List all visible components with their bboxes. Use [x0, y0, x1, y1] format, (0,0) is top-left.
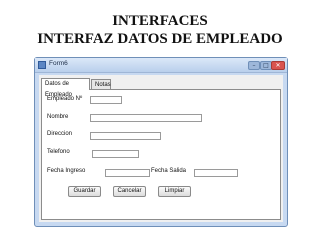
label-fecha-salida: Fecha Salida: [151, 168, 187, 174]
direccion-field[interactable]: [90, 132, 161, 140]
label-fecha-ingreso: Fecha Ingreso: [47, 168, 86, 174]
guardar-button[interactable]: Guardar: [68, 186, 101, 197]
form-window: Form6 – □ ✕ Datos de Empleado Notas Empl…: [34, 57, 288, 227]
label-telefono: Telefono: [47, 149, 70, 155]
close-button[interactable]: ✕: [271, 61, 285, 70]
limpiar-button[interactable]: Limpiar: [158, 186, 191, 197]
window-title: Form6: [49, 60, 68, 67]
app-icon: [38, 61, 46, 69]
tab-datos-empleado[interactable]: Datos de Empleado: [41, 78, 90, 98]
tab-notas[interactable]: Notas: [91, 79, 111, 89]
window-client-area: Datos de Empleado Notas Empleado Nº Nomb…: [39, 75, 283, 222]
empleado-no-field[interactable]: [90, 96, 122, 104]
label-direccion: Direccion: [47, 131, 73, 137]
slide-title-line1: INTERFACES: [112, 13, 208, 29]
nombre-field[interactable]: [90, 114, 202, 122]
cancelar-button[interactable]: Cancelar: [113, 186, 146, 197]
window-titlebar[interactable]: Form6 – □ ✕: [35, 58, 287, 73]
slide-title-line2: INTERFAZ DATOS DE EMPLEADO: [37, 31, 283, 47]
label-nombre: Nombre: [47, 114, 69, 120]
fecha-salida-field[interactable]: [194, 169, 238, 177]
tab-panel-datos-empleado: Empleado Nº Nombre Direccion Telefono Fe…: [41, 89, 281, 220]
telefono-field[interactable]: [92, 150, 139, 158]
minimize-button[interactable]: –: [248, 61, 260, 70]
fecha-ingreso-field[interactable]: [105, 169, 150, 177]
